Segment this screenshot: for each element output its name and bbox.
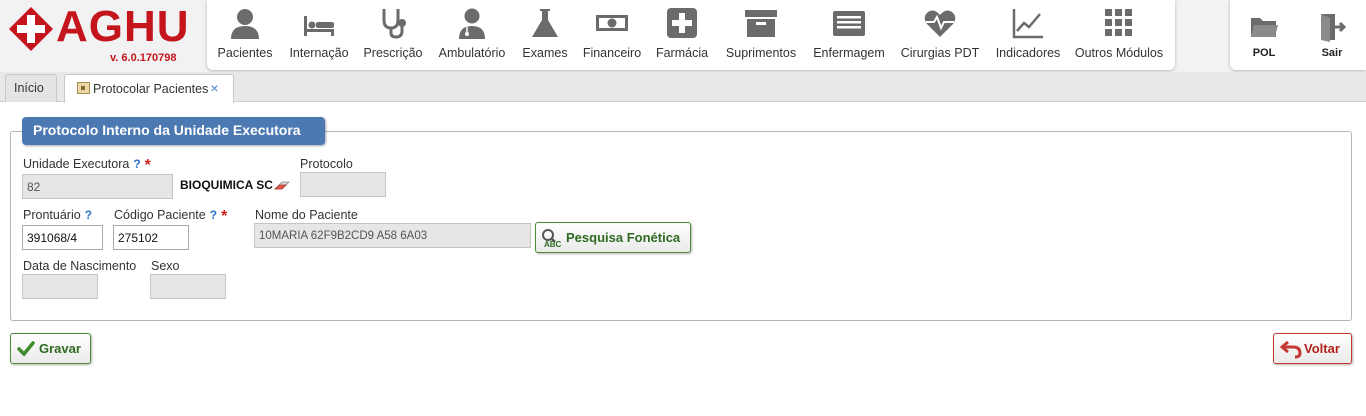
doctor-icon xyxy=(459,8,485,39)
eraser-icon[interactable] xyxy=(273,179,291,193)
bed-icon xyxy=(304,16,334,36)
protocolo-input xyxy=(300,172,386,197)
codigo-paciente-label-group: Código Paciente? * xyxy=(114,208,227,226)
unidade-executora-label: Unidade Executora xyxy=(23,157,130,171)
sexo-label: Sexo xyxy=(151,259,180,273)
red-cross-icon xyxy=(9,7,53,51)
module-label: Pacientes xyxy=(217,46,273,60)
module-ambulatorio[interactable]: Ambulatório xyxy=(435,0,509,70)
grid-icon xyxy=(1105,9,1132,36)
module-suprimentos[interactable]: Suprimentos xyxy=(720,0,802,70)
module-exames[interactable]: Exames xyxy=(515,0,575,70)
module-label: Ambulatório xyxy=(438,46,506,60)
module-label: Outros Módulos xyxy=(1074,46,1164,60)
app-version: v. 6.0.170798 xyxy=(110,52,177,64)
module-bar: Pacientes Internação Prescrição Ambulató… xyxy=(207,0,1175,70)
help-icon[interactable]: ? xyxy=(85,208,92,222)
module-indicadores[interactable]: Indicadores xyxy=(990,0,1066,70)
module-label: Internação xyxy=(289,46,349,60)
checkmark-icon xyxy=(17,341,35,357)
prontuario-input[interactable] xyxy=(22,225,103,250)
data-nascimento-label: Data de Nascimento xyxy=(23,259,137,273)
sexo-input xyxy=(150,274,226,299)
module-label: Enfermagem xyxy=(813,46,885,60)
module-label: Financeiro xyxy=(582,46,642,60)
gravar-label: Gravar xyxy=(39,341,81,356)
help-icon[interactable]: ? xyxy=(133,157,140,171)
exit-door-icon xyxy=(1321,14,1347,42)
panel-title: Protocolo Interno da Unidade Executora xyxy=(22,117,325,145)
module-label: Prescrição xyxy=(363,46,423,60)
help-icon[interactable]: ? xyxy=(210,208,217,222)
unidade-executora-input xyxy=(22,174,173,199)
aghu-logo[interactable]: AGHU v. 6.0.170798 xyxy=(6,2,196,68)
prontuario-label: Prontuário xyxy=(23,208,81,222)
medical-cross-icon xyxy=(667,8,697,38)
module-farmacia[interactable]: Farmácia xyxy=(651,0,713,70)
folder-icon xyxy=(1251,18,1278,37)
module-enfermagem[interactable]: Enfermagem xyxy=(807,0,891,70)
heartbeat-icon xyxy=(924,10,956,37)
tab-inicio[interactable]: Início xyxy=(5,74,57,102)
voltar-label: Voltar xyxy=(1304,341,1340,356)
archive-box-icon xyxy=(745,10,777,37)
pol-button[interactable]: POL xyxy=(1230,0,1298,70)
module-label: Exames xyxy=(522,46,568,60)
page-icon xyxy=(77,82,90,94)
tab-protocolar-pacientes[interactable]: Protocolar Pacientes × xyxy=(64,74,234,103)
pesquisa-fonetica-label: Pesquisa Fonética xyxy=(566,230,681,245)
stethoscope-icon xyxy=(382,9,406,39)
module-outros-modulos[interactable]: Outros Módulos xyxy=(1073,0,1165,70)
exit-button[interactable]: Sair xyxy=(1298,0,1366,70)
logo-text: AGHU xyxy=(56,2,190,51)
tab-label: Início xyxy=(14,81,44,95)
tab-bar: Início Protocolar Pacientes × xyxy=(0,72,1366,103)
exit-label: Sair xyxy=(1321,47,1343,59)
close-icon[interactable]: × xyxy=(210,80,218,96)
module-financeiro[interactable]: Financeiro xyxy=(579,0,645,70)
nome-paciente-input xyxy=(254,223,531,248)
data-nascimento-input xyxy=(22,274,98,299)
module-internacao[interactable]: Internação xyxy=(285,0,353,70)
codigo-paciente-label: Código Paciente xyxy=(114,208,206,222)
module-label: Cirurgias PDT xyxy=(900,46,980,60)
codigo-paciente-input[interactable] xyxy=(113,225,189,250)
top-header: AGHU v. 6.0.170798 Pacientes Internação xyxy=(0,0,1366,72)
module-label: Farmácia xyxy=(655,46,709,60)
unidade-executora-description: BIOQUIMICA SC xyxy=(180,178,273,192)
nome-paciente-label: Nome do Paciente xyxy=(255,208,358,222)
module-pacientes[interactable]: Pacientes xyxy=(211,0,279,70)
back-arrow-icon xyxy=(1280,340,1302,359)
list-panel-icon xyxy=(833,11,865,36)
module-prescricao[interactable]: Prescrição xyxy=(358,0,428,70)
pesquisa-fonetica-button[interactable]: ABC Pesquisa Fonética xyxy=(535,222,691,253)
user-actions: POL Sair xyxy=(1230,0,1366,70)
module-label: Indicadores xyxy=(995,46,1061,60)
person-icon xyxy=(231,9,259,39)
unidade-executora-label-group: Unidade Executora? * xyxy=(23,157,151,175)
voltar-button[interactable]: Voltar xyxy=(1273,333,1352,364)
line-chart-icon xyxy=(1012,9,1043,39)
module-label: Suprimentos xyxy=(725,46,797,60)
money-icon xyxy=(596,15,628,31)
required-marker: * xyxy=(144,157,151,174)
module-cirurgias-pdt[interactable]: Cirurgias PDT xyxy=(897,0,983,70)
prontuario-label-group: Prontuário? xyxy=(23,208,92,222)
abc-icon-text: ABC xyxy=(544,240,562,249)
protocolo-label: Protocolo xyxy=(300,157,353,171)
required-marker: * xyxy=(221,208,228,225)
flask-icon xyxy=(532,9,558,37)
gravar-button[interactable]: Gravar xyxy=(10,333,91,364)
tab-label: Protocolar Pacientes xyxy=(93,82,209,96)
pol-label: POL xyxy=(1252,47,1276,59)
